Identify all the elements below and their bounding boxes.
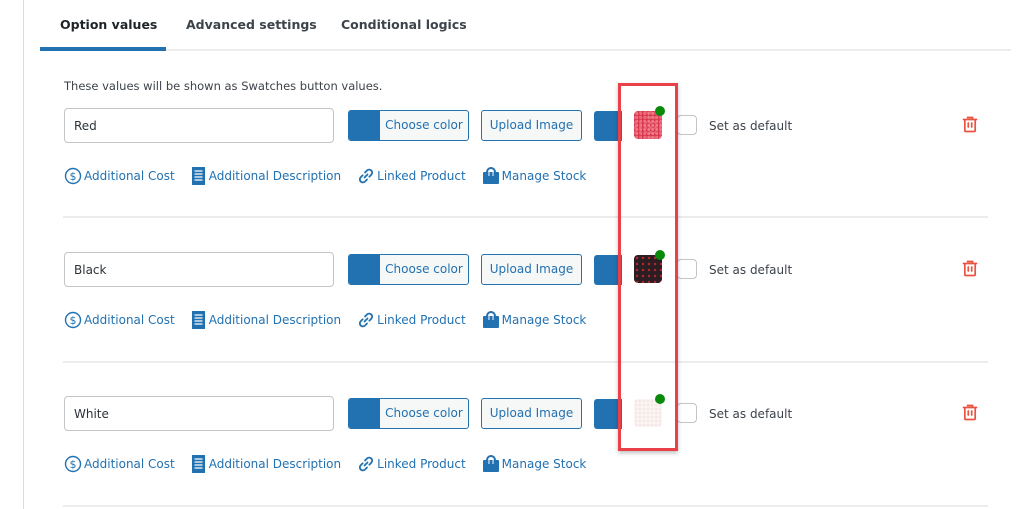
trash-icon[interactable] (961, 115, 979, 133)
row-divider (63, 505, 988, 507)
set-default-label: Set as default (709, 407, 793, 421)
trash-icon[interactable] (961, 403, 979, 421)
choose-color-button[interactable]: Choose color (348, 110, 469, 141)
color-preview (349, 399, 379, 428)
additional-cost-link[interactable]: $ Additional Cost (64, 455, 175, 473)
manage-stock-label: Manage Stock (501, 457, 587, 471)
set-default-label: Set as default (709, 263, 793, 277)
choose-color-label: Choose color (379, 255, 468, 284)
annotation-highlight-box (618, 83, 678, 451)
option-links: $ Additional Cost Additional Description… (64, 455, 602, 473)
set-default-checkbox[interactable] (677, 403, 697, 423)
choose-color-label: Choose color (379, 399, 468, 428)
upload-image-button[interactable]: Upload Image (481, 110, 582, 141)
trash-icon[interactable] (961, 259, 979, 277)
option-row: Choose color Upload Image Set as default… (0, 144, 1024, 363)
option-value-input[interactable] (64, 252, 334, 287)
choose-color-button[interactable]: Choose color (348, 398, 469, 429)
additional-cost-label: Additional Cost (84, 457, 175, 471)
color-preview (349, 255, 379, 284)
dollar-circle-icon: $ (64, 455, 82, 473)
linked-product-label: Linked Product (377, 457, 466, 471)
linked-product-link[interactable]: Linked Product (357, 455, 466, 473)
upload-image-button[interactable]: Upload Image (481, 398, 582, 429)
set-default-label: Set as default (709, 119, 793, 133)
link-icon (359, 456, 374, 472)
choose-color-label: Choose color (379, 111, 468, 140)
choose-color-button[interactable]: Choose color (348, 254, 469, 285)
shopping-bag-icon (482, 455, 499, 472)
additional-description-label: Additional Description (208, 457, 342, 471)
color-preview (349, 111, 379, 140)
set-default-checkbox[interactable] (677, 259, 697, 279)
additional-description-link[interactable]: Additional Description (191, 455, 341, 473)
option-value-input[interactable] (64, 396, 334, 431)
upload-image-button[interactable]: Upload Image (481, 254, 582, 285)
option-value-input[interactable] (64, 108, 334, 143)
option-row: Choose color Upload Image Set as default… (0, 288, 1024, 507)
option-row: Choose color Upload Image Set as default… (0, 0, 1024, 218)
document-icon (191, 455, 205, 473)
manage-stock-link[interactable]: Manage Stock (482, 455, 587, 473)
svg-text:$: $ (70, 458, 77, 471)
set-default-checkbox[interactable] (677, 115, 697, 135)
